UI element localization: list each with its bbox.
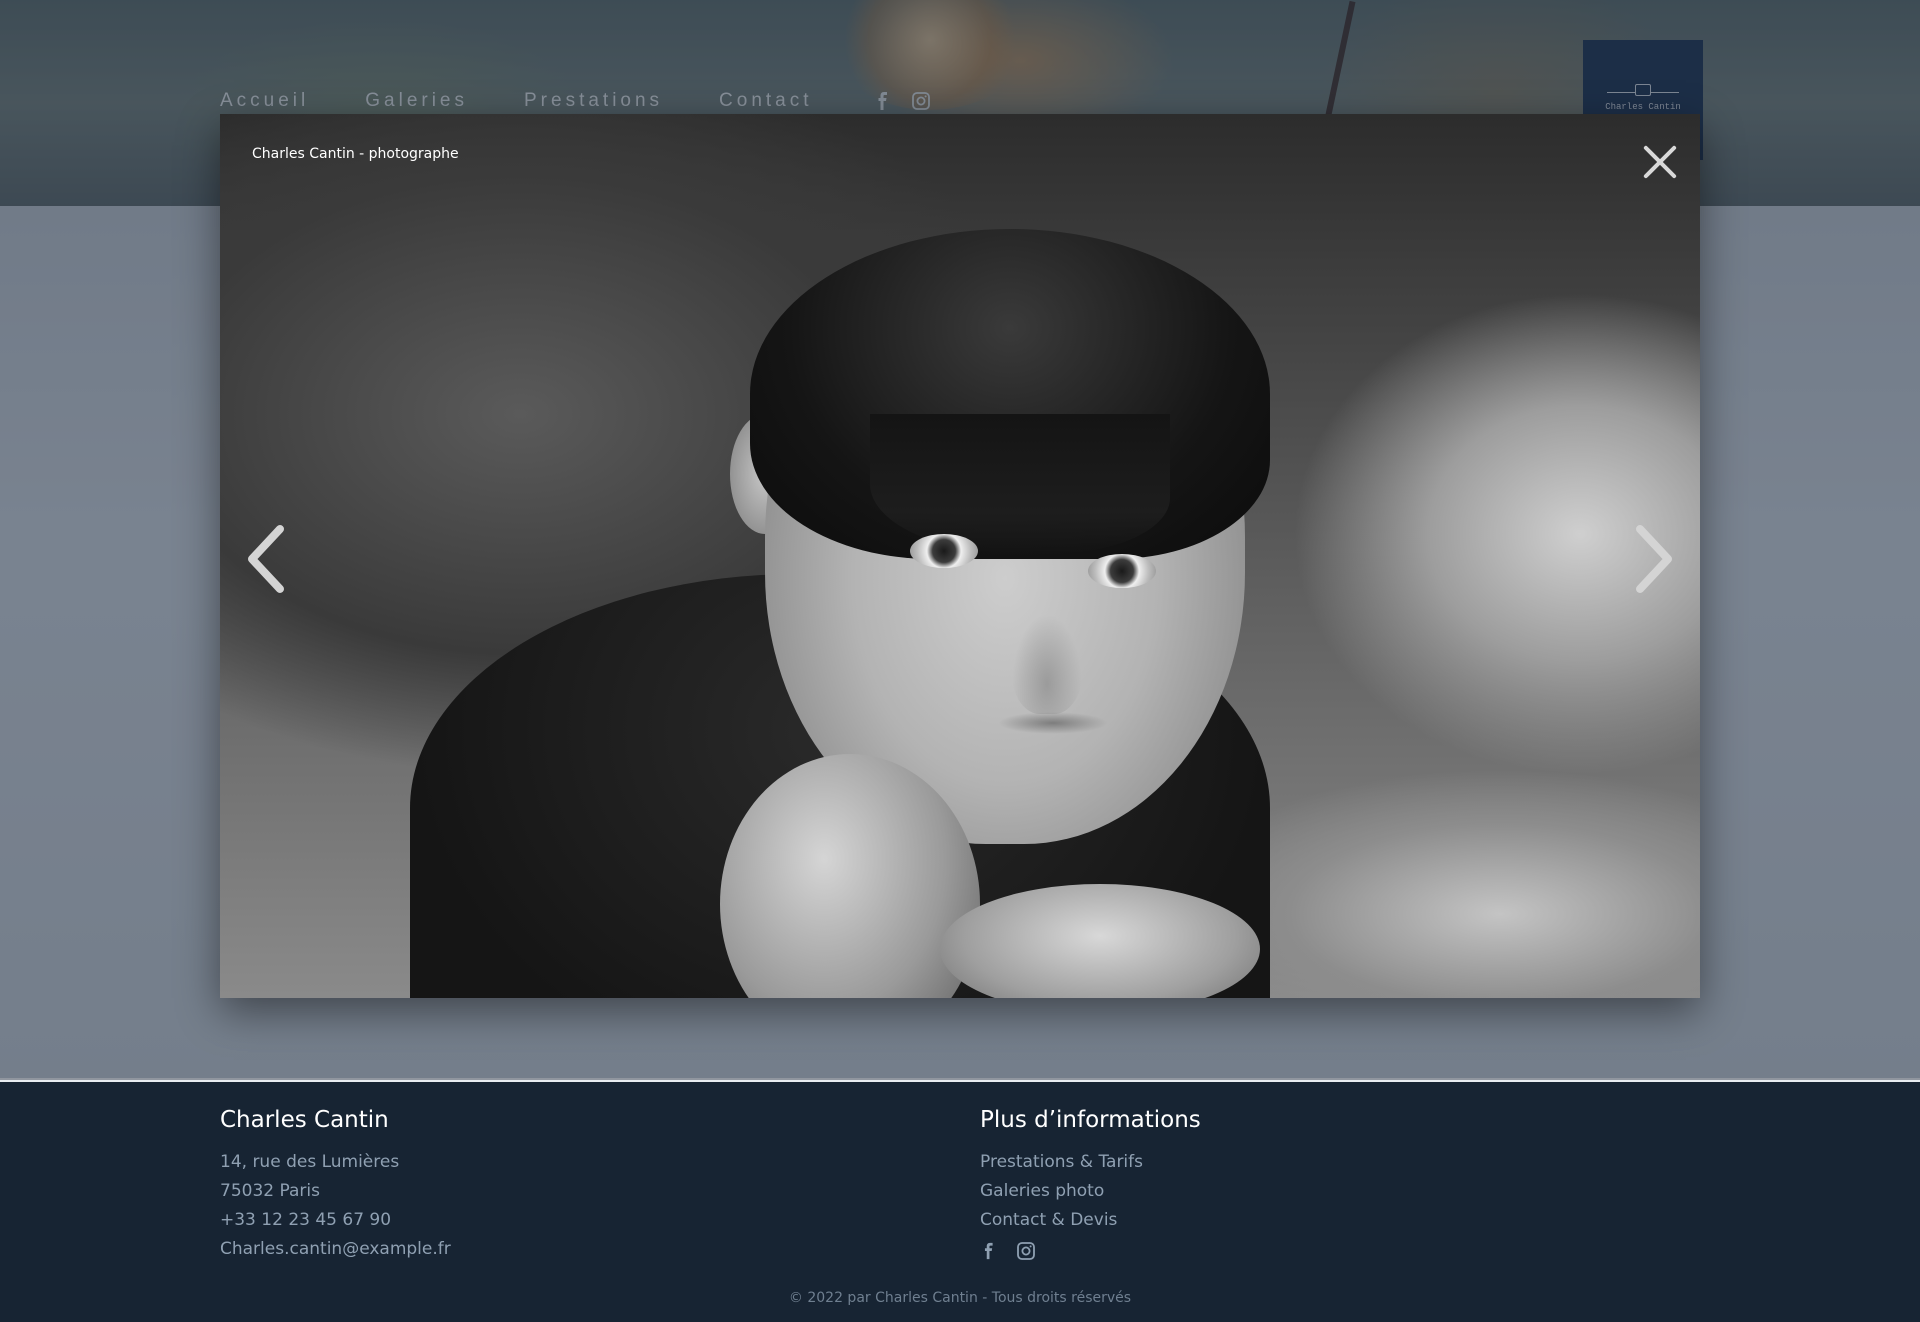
photo-nose (1012, 614, 1082, 714)
chevron-right-icon[interactable] (1620, 519, 1680, 599)
footer-social-links (980, 1241, 1201, 1265)
photo-fringe (870, 414, 1170, 554)
lightbox: Charles Cantin - photographe (220, 114, 1700, 998)
site-footer: Charles Cantin 14, rue des Lumières 7503… (0, 1082, 1920, 1322)
footer-link-prestations[interactable]: Prestations & Tarifs (980, 1148, 1201, 1177)
photo-eye-left (910, 534, 978, 568)
footer-contact-title: Charles Cantin (220, 1107, 389, 1133)
chevron-left-icon[interactable] (240, 519, 300, 599)
lightbox-caption: Charles Cantin - photographe (252, 146, 459, 162)
footer-contact-column: Charles Cantin 14, rue des Lumières 7503… (220, 1106, 451, 1264)
footer-email[interactable]: Charles.cantin@example.fr (220, 1235, 451, 1264)
footer-address-city: 75032 Paris (220, 1181, 320, 1201)
facebook-icon[interactable] (980, 1241, 998, 1265)
footer-links-title: Plus d’informations (980, 1107, 1201, 1133)
footer-links-column: Plus d’informations Prestations & Tarifs… (980, 1106, 1201, 1265)
photo-mouth (998, 712, 1108, 734)
footer-phone[interactable]: +33 12 23 45 67 90 (220, 1206, 451, 1235)
instagram-icon[interactable] (1016, 1241, 1036, 1265)
photo-eye-right (1088, 554, 1156, 588)
copyright-text: © 2022 par Charles Cantin - Tous droits … (788, 1290, 1132, 1306)
footer-link-contact[interactable]: Contact & Devis (980, 1206, 1201, 1235)
footer-address-street: 14, rue des Lumières (220, 1152, 400, 1172)
footer-link-galeries[interactable]: Galeries photo (980, 1177, 1201, 1206)
close-icon[interactable] (1630, 132, 1690, 192)
